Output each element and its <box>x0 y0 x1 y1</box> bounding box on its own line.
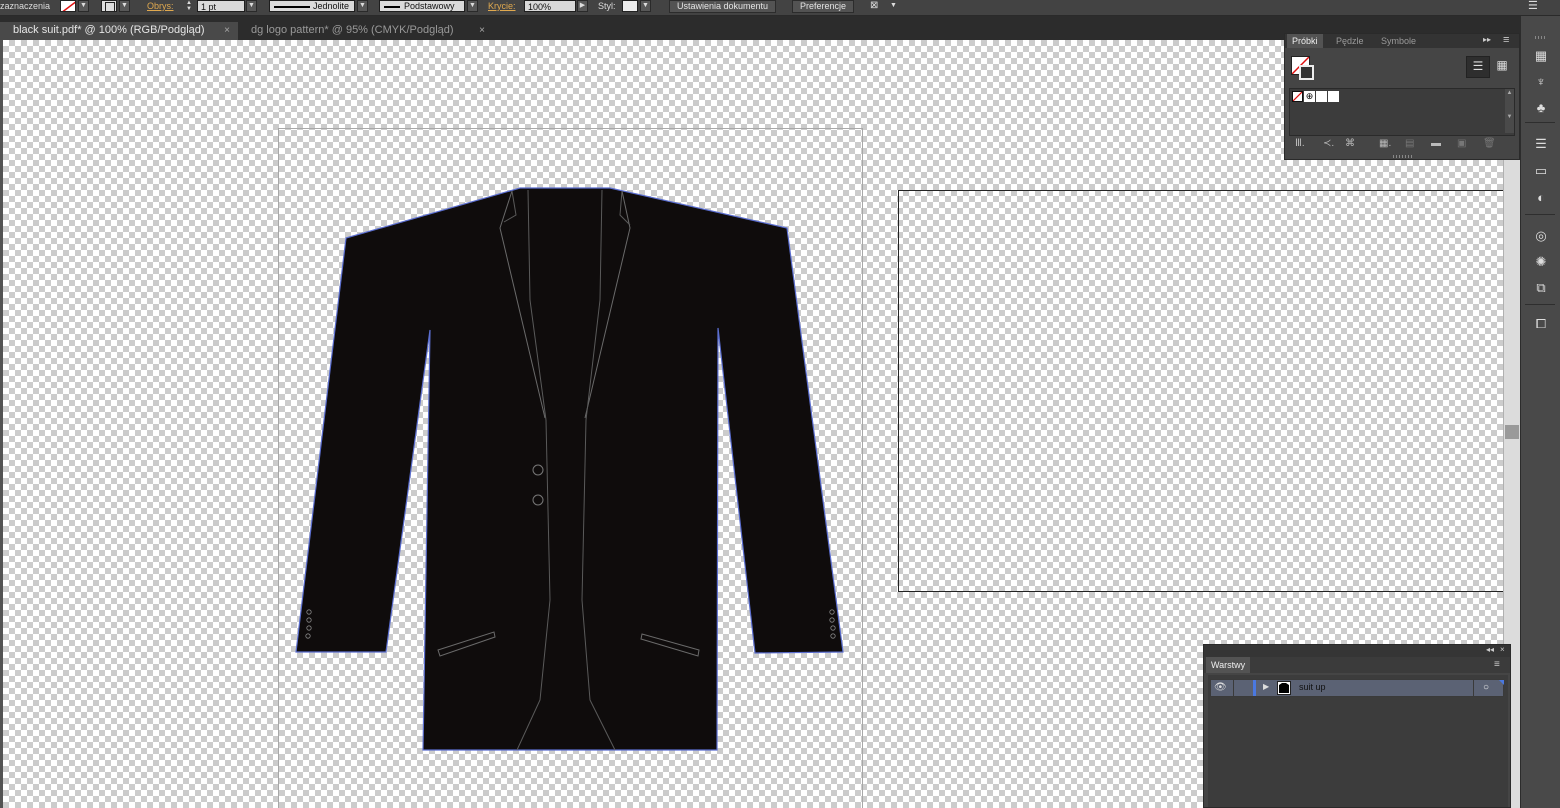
preferences-button[interactable]: Preferencje <box>792 0 855 13</box>
libraries-icon[interactable]: ▦ <box>1531 46 1551 66</box>
swatch-libraries-icon[interactable]: Ⅲ. <box>1295 138 1305 149</box>
control-bar: zaznaczenia ▼ ▼ Obrys: ▲ ▼ 1 pt ▼ Jednoli… <box>0 0 1560 16</box>
dock-separator <box>1525 122 1555 123</box>
graphic-styles-icon[interactable]: ✺ <box>1531 252 1551 272</box>
stroke-label[interactable]: Obrys: <box>147 0 174 14</box>
swatch-white[interactable] <box>1328 91 1339 102</box>
none-color-icon <box>1292 91 1303 102</box>
brush-line-icon <box>384 6 400 8</box>
delete-swatch-icon: 🗑 <box>1483 138 1496 149</box>
scrollbar-thumb[interactable] <box>1505 425 1519 439</box>
selection-indicator <box>1499 680 1504 685</box>
selection-label: zaznaczenia <box>0 1 51 11</box>
tab-dg-logo-pattern[interactable]: dg logo pattern* @ 95% (CMYK/Podgląd) × <box>238 22 493 40</box>
panel-resize-grip[interactable] <box>1393 155 1413 158</box>
transform-icon[interactable]: ⧉ <box>1531 278 1551 298</box>
fill-swatch[interactable] <box>60 0 76 12</box>
dock-separator <box>1525 214 1555 215</box>
graphic-style-swatch[interactable] <box>622 0 638 12</box>
grid-view-icon[interactable]: ▦ <box>1491 56 1513 76</box>
lock-toggle[interactable] <box>1233 680 1252 696</box>
stroke-swatch[interactable] <box>101 0 117 12</box>
swatch-registration[interactable]: ⊕ <box>1304 91 1315 102</box>
stroke-weight-field[interactable]: 1 pt <box>197 0 245 12</box>
dock-grip-icon <box>1535 36 1547 39</box>
layer-row[interactable]: 👁 ▶ suit up ○ <box>1210 679 1504 697</box>
arrange-documents-icon[interactable]: ⊠ <box>870 0 886 13</box>
profile-dropdown-arrow[interactable]: ▼ <box>357 0 368 12</box>
layer-color-bar <box>1253 680 1256 696</box>
puppet-icon[interactable]: ♆ <box>1531 72 1551 92</box>
pathfinder-icon[interactable]: ⧠ <box>1531 314 1551 334</box>
target-circle-icon[interactable]: ○ <box>1473 680 1498 696</box>
control-bar-menu-icon[interactable]: ☰ <box>1528 0 1544 13</box>
suit-thumbnail-icon <box>1279 683 1289 693</box>
suit-body <box>295 187 844 751</box>
stroke-weight-stepper[interactable]: ▲ ▼ <box>183 0 195 12</box>
new-swatch-icon: ▣ <box>1457 138 1467 149</box>
swatch-white[interactable] <box>1316 91 1327 102</box>
panel-collapse-icon[interactable]: ▸▸ <box>1483 35 1491 44</box>
brush-definition[interactable]: Podstawowy <box>379 0 465 12</box>
tab-brushes[interactable]: Pędzle <box>1331 34 1369 48</box>
new-group-folder-icon[interactable]: ▬ <box>1431 138 1441 149</box>
style-label: Styl: <box>598 1 616 11</box>
stroke-square-icon <box>105 2 115 12</box>
opacity-arrow[interactable]: ▶ <box>577 0 588 12</box>
tab-label: dg logo pattern* @ 95% (CMYK/Podgląd) <box>251 24 454 36</box>
tab-label: black suit.pdf* @ 100% (RGB/Podgląd) <box>13 24 205 36</box>
panel-close-icon[interactable]: × <box>1500 645 1505 654</box>
symbols-icon[interactable]: ♣ <box>1531 98 1551 118</box>
none-color-icon <box>62 1 75 11</box>
opacity-field[interactable]: 100% <box>524 0 576 12</box>
brush-definition-label: Podstawowy <box>404 1 455 11</box>
layer-name[interactable]: suit up <box>1299 682 1326 692</box>
opacity-label[interactable]: Krycie: <box>488 0 516 14</box>
show-swatch-kinds-icon[interactable]: ≺. <box>1323 138 1334 149</box>
tab-symbols[interactable]: Symbole <box>1376 34 1421 48</box>
panel-menu-icon[interactable]: ≡ <box>1503 34 1509 46</box>
variable-width-profile[interactable]: Jednolite <box>269 0 355 12</box>
swatches-panel: Próbki Pędzle Symbole ▸▸ ≡ ☰ ▦ ⊕ ▲ ▼ Ⅲ. ≺… <box>1284 33 1520 160</box>
new-color-group-icon[interactable]: ▦. <box>1379 138 1391 149</box>
layers-panel: ◂◂ × Warstwy ≡ 👁 ▶ suit up ○ <box>1203 644 1511 808</box>
document-setup-button[interactable]: Ustawienia dokumentu <box>669 0 777 13</box>
swatch-options-icon[interactable]: ⌘ <box>1345 138 1355 149</box>
dock-separator <box>1525 304 1555 305</box>
style-dropdown-arrow[interactable]: ▼ <box>640 0 651 12</box>
tab-black-suit[interactable]: black suit.pdf* @ 100% (RGB/Podgląd) × <box>0 22 238 40</box>
brush-dropdown-arrow[interactable]: ▼ <box>467 0 478 12</box>
tab-swatches[interactable]: Próbki <box>1287 34 1323 48</box>
panel-collapse-icon[interactable]: ◂◂ <box>1486 645 1494 654</box>
swatch-none[interactable] <box>1292 91 1303 102</box>
layer-thumbnail <box>1277 681 1291 695</box>
stroke-indicator[interactable] <box>1299 65 1314 80</box>
right-dock: ▦ ♆ ♣ ☰ ▭ ◐ ◎ ✺ ⧉ ⧠ <box>1520 16 1560 808</box>
appearance-icon[interactable]: ◎ <box>1531 226 1551 246</box>
stroke-icon[interactable]: ☰ <box>1531 134 1551 154</box>
swatch-list: ⊕ ▲ ▼ <box>1289 88 1515 136</box>
list-view-icon[interactable]: ☰ <box>1466 56 1490 78</box>
expand-triangle-icon[interactable]: ▶ <box>1263 682 1269 691</box>
stroke-line-icon <box>274 6 310 8</box>
transparency-icon[interactable]: ◐ <box>1531 188 1551 208</box>
tab-close-icon[interactable]: × <box>479 22 485 39</box>
fill-dropdown-arrow[interactable]: ▼ <box>78 0 89 12</box>
panel-menu-icon[interactable]: ≡ <box>1494 659 1500 670</box>
stroke-profile-label: Jednolite <box>313 1 350 11</box>
stroke-weight-dropdown[interactable]: ▼ <box>246 0 257 12</box>
tab-layers[interactable]: Warstwy <box>1206 657 1251 673</box>
swatch-list-scrollbar[interactable]: ▲ ▼ <box>1505 89 1514 133</box>
swatch-action-icon: ▤ <box>1405 138 1415 149</box>
eye-icon[interactable]: 👁 <box>1214 682 1227 693</box>
gradient-icon[interactable]: ▭ <box>1531 161 1551 181</box>
tab-close-icon[interactable]: × <box>224 22 230 39</box>
arrange-dropdown-arrow[interactable]: ▼ <box>890 0 900 13</box>
stroke-dropdown-arrow[interactable]: ▼ <box>119 0 130 12</box>
